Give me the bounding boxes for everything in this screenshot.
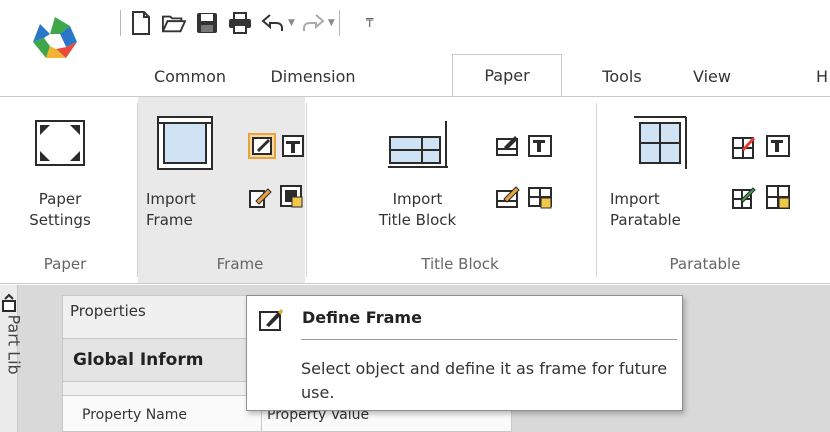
define-title-block-icon[interactable]: [496, 135, 520, 157]
paratable-text-icon[interactable]: [766, 135, 790, 157]
import-frame-icon[interactable]: [156, 115, 214, 171]
undo-dropdown-icon[interactable]: ▼: [288, 18, 295, 28]
import-paratable-label-1: Import: [610, 190, 660, 208]
save-icon[interactable]: [195, 10, 219, 36]
edit-paratable-icon[interactable]: [732, 185, 756, 209]
import-paratable-icon[interactable]: [632, 115, 688, 171]
redo-icon[interactable]: [301, 10, 325, 36]
tab-dimension[interactable]: Dimension: [258, 56, 368, 98]
tooltip-title: Define Frame: [302, 308, 422, 327]
redo-dropdown-icon[interactable]: ▼: [328, 18, 335, 28]
edit-frame-icon[interactable]: [248, 185, 272, 209]
group-separator: [596, 103, 597, 277]
tab-help[interactable]: H: [812, 56, 830, 98]
part-library-tab[interactable]: Part Lib: [0, 285, 24, 432]
paper-settings-button[interactable]: Paper Settings: [20, 189, 100, 231]
group-label-frame: Frame: [216, 255, 264, 273]
frame-text-icon[interactable]: [282, 135, 304, 157]
group-label-paper: Paper: [43, 255, 87, 273]
customize-qat-icon[interactable]: ₸: [366, 16, 374, 30]
import-paratable-label-2: Paratable: [610, 211, 681, 229]
edit-title-block-icon[interactable]: [496, 185, 520, 209]
import-title-block-button[interactable]: Import Title Block: [360, 189, 475, 231]
import-title-block-label-2: Title Block: [378, 211, 457, 229]
tooltip-divider: [301, 339, 677, 340]
define-paratable-icon[interactable]: [732, 135, 756, 159]
paper-settings-label-2: Settings: [29, 211, 91, 229]
qat-separator: [120, 10, 121, 36]
print-icon[interactable]: [228, 10, 252, 36]
import-title-block-icon[interactable]: [386, 119, 450, 169]
group-separator: [137, 103, 138, 277]
properties-title: Properties: [70, 302, 146, 320]
import-paratable-button[interactable]: Import Paratable: [610, 189, 700, 231]
import-frame-label-2: Frame: [146, 211, 193, 229]
column-property-name[interactable]: Property Name: [82, 407, 187, 423]
tooltip-description: Select object and define it as frame for…: [301, 359, 668, 402]
qat-separator: [338, 10, 340, 36]
quick-access-toolbar: ▼ ▼ ₸: [0, 0, 830, 58]
save-title-block-icon[interactable]: [528, 185, 552, 209]
import-frame-label-1: Import: [146, 190, 196, 208]
define-frame-icon[interactable]: [248, 133, 276, 159]
save-paratable-icon[interactable]: [766, 185, 790, 209]
save-frame-icon[interactable]: [280, 185, 304, 209]
ribbon-tabs: Common Dimension Paper Tools View H: [0, 52, 830, 98]
paper-settings-label-1: Paper: [38, 190, 82, 208]
paper-settings-icon[interactable]: [34, 119, 86, 167]
part-library-label: Part Lib: [4, 314, 24, 375]
global-information-header[interactable]: Global Inform: [62, 338, 262, 382]
import-title-block-label-1: Import: [392, 190, 443, 208]
group-label-paratable: Paratable: [669, 255, 741, 273]
ribbon-panel: Paper Settings Paper Import Frame Frame: [0, 96, 830, 284]
undo-icon[interactable]: [261, 10, 285, 36]
tab-view[interactable]: View: [682, 56, 742, 98]
define-frame-tooltip-icon: [259, 309, 283, 331]
tab-paper[interactable]: Paper: [452, 54, 562, 98]
open-folder-icon[interactable]: [162, 10, 186, 36]
tab-tools[interactable]: Tools: [592, 56, 652, 98]
group-label-title-block: Title Block: [421, 255, 499, 273]
tab-common[interactable]: Common: [135, 56, 245, 98]
new-file-icon[interactable]: [129, 10, 153, 36]
group-separator: [306, 103, 307, 277]
part-library-icon: [2, 293, 16, 312]
title-block-text-icon[interactable]: [528, 135, 552, 157]
import-frame-button[interactable]: Import Frame: [146, 189, 206, 231]
